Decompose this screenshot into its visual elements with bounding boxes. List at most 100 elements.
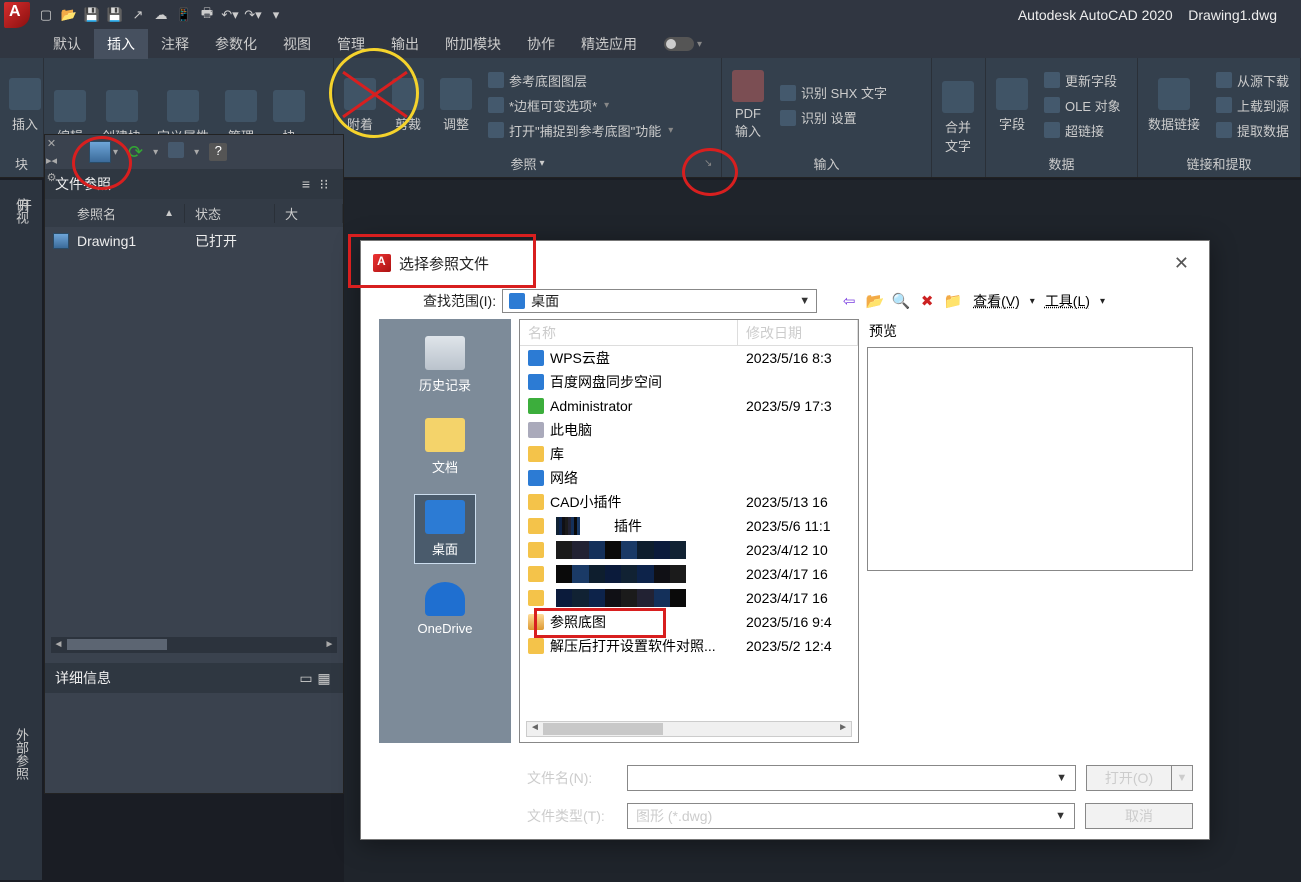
- merge-text-button[interactable]: 合并 文字: [936, 77, 980, 159]
- delete-icon[interactable]: ✖: [917, 291, 937, 311]
- recognize-shx-button[interactable]: 识别 SHX 文字: [780, 81, 887, 104]
- pdf-import-button[interactable]: PDF 输入: [726, 66, 770, 144]
- search-web-icon[interactable]: 🔍: [891, 291, 911, 311]
- tab-default[interactable]: 默认: [40, 29, 94, 59]
- tools-menu-button[interactable]: 工具(L): [1041, 291, 1094, 311]
- attach-dwg-button[interactable]: ▾: [89, 141, 118, 163]
- download-src-button[interactable]: 从源下载: [1216, 69, 1289, 92]
- file-row[interactable]: 2023/4/12 10: [520, 538, 858, 562]
- file-row[interactable]: 此电脑: [520, 418, 858, 442]
- tab-manage[interactable]: 管理: [324, 29, 378, 59]
- file-row[interactable]: 解压后打开设置软件对照...2023/5/2 12:4: [520, 634, 858, 658]
- place-desktop[interactable]: 桌面: [415, 495, 475, 563]
- xref-palette-tab[interactable]: 外部参照: [12, 728, 31, 780]
- help-button[interactable]: ?: [209, 143, 227, 161]
- qat-plot-icon[interactable]: ↗: [128, 5, 148, 25]
- filelist-scroll-thumb[interactable]: [543, 723, 663, 735]
- tab-view[interactable]: 视图: [270, 29, 324, 59]
- app-logo-icon[interactable]: [4, 2, 30, 28]
- col-status[interactable]: 状态: [185, 204, 275, 223]
- filetype-combo[interactable]: 图形 (*.dwg)▼: [627, 803, 1075, 829]
- tab-addins[interactable]: 附加模块: [432, 29, 514, 59]
- scroll-thumb[interactable]: [67, 639, 167, 650]
- scroll-left-icon[interactable]: ◄: [51, 637, 66, 653]
- ole-object-button[interactable]: OLE 对象: [1044, 94, 1121, 117]
- extract-data-button[interactable]: 提取数据: [1216, 119, 1289, 142]
- file-row[interactable]: Administrator2023/5/9 17:3: [520, 394, 858, 418]
- palette-prev-icon[interactable]: ▸◂: [46, 154, 57, 167]
- palette-settings-icon[interactable]: ⚙: [47, 171, 57, 184]
- ui-toggle[interactable]: [664, 37, 694, 51]
- update-field-button[interactable]: 更新字段: [1044, 69, 1121, 92]
- detail-view-icon[interactable]: ▦: [315, 669, 333, 687]
- attach-button[interactable]: 附着: [338, 74, 382, 137]
- place-documents[interactable]: 文档: [415, 413, 475, 481]
- open-button[interactable]: 打开(O): [1086, 765, 1172, 791]
- file-row[interactable]: 百度网盘同步空间: [520, 370, 858, 394]
- tab-insert[interactable]: 插入: [94, 29, 148, 59]
- col-size[interactable]: 大: [275, 204, 343, 223]
- filename-input[interactable]: ▼: [627, 765, 1076, 791]
- file-row[interactable]: 库: [520, 442, 858, 466]
- qat-share-icon[interactable]: ☁: [151, 5, 171, 25]
- file-row[interactable]: 2023/4/17 16: [520, 586, 858, 610]
- detail-expand-icon[interactable]: ▭: [297, 669, 315, 687]
- place-history[interactable]: 历史记录: [409, 331, 481, 399]
- tab-collab[interactable]: 协作: [514, 29, 568, 59]
- recognize-settings-button[interactable]: 识别 设置: [780, 106, 887, 129]
- file-row[interactable]: WPS云盘2023/5/16 8:3: [520, 346, 858, 370]
- col-refname[interactable]: 参照名▲: [67, 204, 185, 223]
- view-menu-button[interactable]: 查看(V): [969, 291, 1024, 311]
- scope-combo[interactable]: 桌面 ▼: [502, 289, 817, 313]
- hyperlink-button[interactable]: 超链接: [1044, 119, 1121, 142]
- qat-undo-icon[interactable]: ↶▾: [220, 5, 240, 25]
- adjust-button[interactable]: 调整: [434, 74, 478, 137]
- file-row[interactable]: 参照底图2023/5/16 9:4: [520, 610, 858, 634]
- place-onedrive[interactable]: OneDrive: [408, 577, 483, 641]
- list-view-icon[interactable]: ≡: [297, 175, 315, 193]
- frame-options-button[interactable]: *边框可变选项*: [488, 94, 673, 117]
- qat-saveas-icon[interactable]: 💾: [105, 5, 125, 25]
- qat-open-icon[interactable]: 📂: [59, 5, 79, 25]
- col-file-name[interactable]: 名称: [520, 320, 738, 345]
- xref-row[interactable]: Drawing1 已打开: [45, 227, 343, 255]
- palette-close-icon[interactable]: ✕: [47, 137, 56, 150]
- file-row[interactable]: CAD小插件2023/5/13 16: [520, 490, 858, 514]
- chevron-down-icon[interactable]: ▾: [697, 39, 702, 50]
- col-file-date[interactable]: 修改日期: [738, 320, 858, 345]
- underlay-layers-button[interactable]: 参考底图图层: [488, 69, 673, 92]
- filelist-scrollbar[interactable]: ◄ ►: [526, 721, 852, 737]
- qat-save-icon[interactable]: 💾: [82, 5, 102, 25]
- open-button-dropdown[interactable]: ▼: [1171, 765, 1193, 791]
- datalink-button[interactable]: 数据链接: [1142, 74, 1206, 137]
- clip-button[interactable]: 剪裁: [386, 74, 430, 137]
- dialog-close-button[interactable]: ✕: [1166, 249, 1197, 278]
- tree-view-icon[interactable]: ⁝⁝: [315, 175, 333, 193]
- upload-src-button[interactable]: 上载到源: [1216, 94, 1289, 117]
- insert-block-button[interactable]: 插入: [4, 74, 46, 137]
- qat-redo-icon[interactable]: ↷▾: [243, 5, 263, 25]
- cancel-button[interactable]: 取消: [1085, 803, 1193, 829]
- panel-ref-launcher-icon[interactable]: ↘: [704, 158, 712, 169]
- field-button[interactable]: 字段: [990, 74, 1034, 137]
- palette-scrollbar[interactable]: ◄ ►: [51, 637, 337, 653]
- scroll-right-icon[interactable]: ►: [322, 637, 337, 653]
- scroll-right-icon[interactable]: ►: [838, 722, 848, 733]
- tab-output[interactable]: 输出: [378, 29, 432, 59]
- tab-featured[interactable]: 精选应用: [568, 29, 650, 59]
- snap-underlay-button[interactable]: 打开"捕捉到参考底图"功能: [488, 119, 673, 142]
- scroll-left-icon[interactable]: ◄: [530, 722, 540, 733]
- tab-parametric[interactable]: 参数化: [202, 29, 270, 59]
- refresh-button[interactable]: ⟳: [128, 142, 143, 163]
- qat-new-icon[interactable]: ▢: [36, 5, 56, 25]
- tab-annotate[interactable]: 注释: [148, 29, 202, 59]
- qat-more-icon[interactable]: ▾: [266, 5, 286, 25]
- qat-export-icon[interactable]: 📱: [174, 5, 194, 25]
- file-row[interactable]: 网络: [520, 466, 858, 490]
- file-row[interactable]: 2023/4/17 16: [520, 562, 858, 586]
- up-folder-icon[interactable]: 📂: [865, 291, 885, 311]
- qat-print-icon[interactable]: 🖶: [197, 5, 217, 25]
- attach-type-button[interactable]: [168, 142, 184, 163]
- file-row[interactable]: 插件2023/5/6 11:1: [520, 514, 858, 538]
- new-folder-icon[interactable]: 📁: [943, 291, 963, 311]
